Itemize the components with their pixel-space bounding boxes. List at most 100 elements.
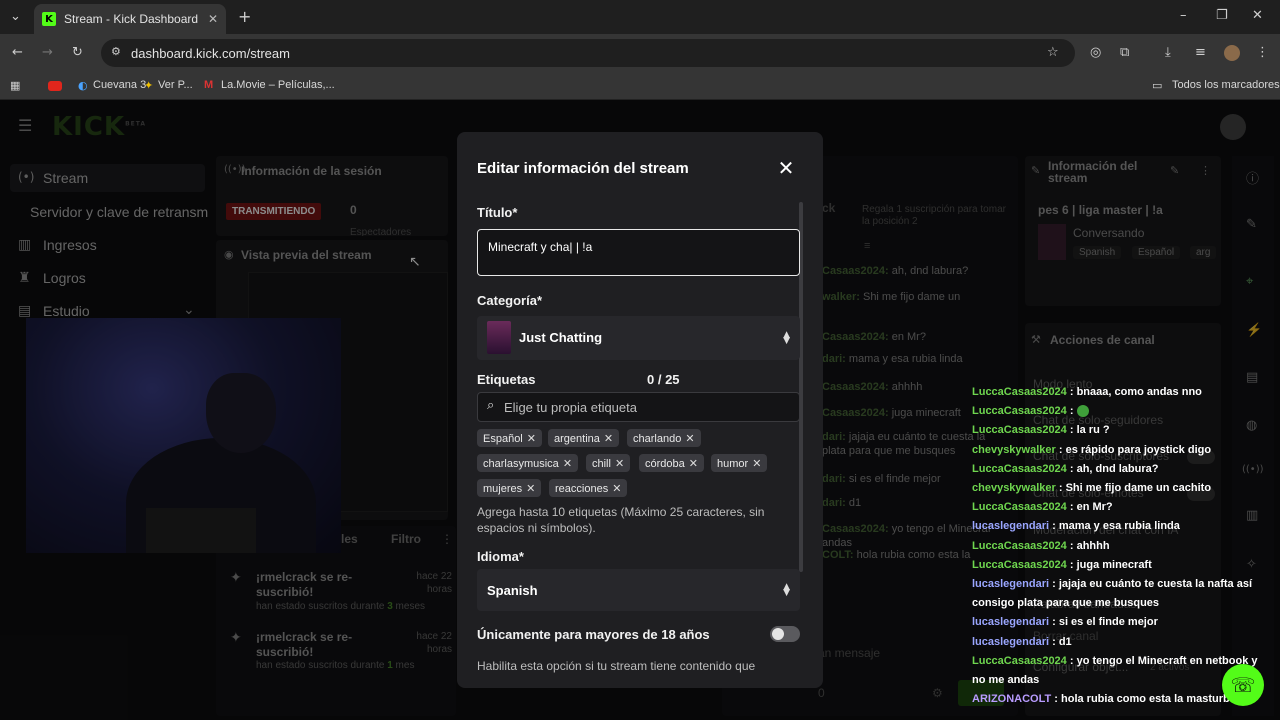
extension-icon[interactable]: ◎ — [1090, 46, 1101, 59]
chat-username: LuccaCasaas2024 — [972, 386, 1067, 398]
puzzle-icon[interactable]: ⧉ — [1120, 46, 1129, 59]
tag-chip[interactable]: argentina ✕ — [548, 429, 620, 447]
chat-separator: : — [1049, 635, 1059, 648]
chat-separator: : — [1055, 482, 1066, 495]
chat-separator: : — [1066, 539, 1077, 552]
chat-username: chevyskywalker — [972, 482, 1056, 495]
tag-chip[interactable]: mujeres ✕ — [477, 479, 542, 497]
chat-separator: : — [1066, 558, 1077, 571]
bookmark-star-icon[interactable]: ☆ — [1047, 46, 1059, 59]
maximize-icon[interactable]: ❐ — [1216, 9, 1228, 22]
profile-avatar[interactable] — [1224, 45, 1240, 61]
chat-text: juga minecraft — [1076, 558, 1152, 571]
tag-chip[interactable]: chill ✕ — [586, 454, 631, 472]
youtube-icon[interactable] — [48, 81, 62, 91]
tab-close-icon[interactable]: ✕ — [208, 12, 218, 26]
tag-label: chill — [592, 458, 611, 470]
chat-separator: : — [1049, 616, 1059, 629]
chat-username: ARIZONACOLT — [972, 693, 1052, 706]
tag-label: charlando — [633, 433, 682, 445]
remove-tag-icon[interactable]: ✕ — [612, 482, 621, 495]
remove-tag-icon[interactable]: ✕ — [752, 457, 761, 470]
support-chat-button[interactable]: ☏ — [1222, 664, 1264, 706]
remove-tag-icon[interactable]: ✕ — [563, 457, 572, 470]
download-icon[interactable]: ⤓ — [1165, 46, 1171, 59]
menu-icon[interactable]: ⋮ — [1256, 46, 1269, 59]
chat-overlay-message: LuccaCasaas2024 : — [972, 402, 1272, 421]
tag-label: humor — [717, 458, 749, 470]
title-label: Título* — [477, 205, 518, 220]
url-text: dashboard.kick.com/stream — [131, 45, 290, 61]
remove-tag-icon[interactable]: ✕ — [527, 432, 536, 445]
chat-overlay-message: LuccaCasaas2024 : bnaaa, como andas nno — [972, 383, 1272, 402]
chat-username: lucaslegendari — [972, 616, 1050, 629]
tab-search-icon[interactable]: ⌄ — [10, 10, 21, 23]
chat-separator: : — [1066, 654, 1077, 667]
remove-tag-icon[interactable]: ✕ — [689, 457, 698, 470]
all-bookmarks[interactable]: Todos los marcadores — [1172, 79, 1280, 91]
chat-username: LuccaCasaas2024 — [972, 424, 1067, 437]
chat-overlay-message: LuccaCasaas2024 : la ru ? — [972, 421, 1272, 440]
modal-title: Editar información del stream — [477, 160, 689, 177]
cuevana-icon: ◐ — [78, 79, 88, 92]
toggle-knob — [772, 628, 784, 640]
chat-text: la ru ? — [1076, 424, 1110, 437]
category-select[interactable]: Just Chatting ▲ ▼ — [477, 316, 800, 360]
window-close-icon[interactable]: ✕ — [1252, 9, 1263, 22]
remove-tag-icon[interactable]: ✕ — [615, 457, 624, 470]
chat-separator: : — [1051, 693, 1062, 706]
chat-text: bnaaa, como andas nno — [1076, 386, 1202, 398]
chat-separator: : — [1055, 443, 1066, 456]
remove-tag-icon[interactable]: ✕ — [526, 482, 535, 495]
media-icon[interactable]: ≡ — [1195, 46, 1206, 59]
chat-separator: : — [1066, 501, 1077, 514]
tag-chip[interactable]: charlasymusica ✕ — [477, 454, 579, 472]
mature-label: Únicamente para mayores de 18 años — [477, 627, 710, 642]
chat-overlay: LuccaCasaas2024 : bnaaa, como andas nno L… — [972, 383, 1272, 709]
chat-overlay-message: chevyskywalker : Shi me fijo dame un cac… — [972, 479, 1272, 498]
browser-tab[interactable]: K Stream - Kick Dashboard ✕ — [34, 4, 226, 34]
remove-tag-icon[interactable]: ✕ — [604, 432, 613, 445]
tag-chip[interactable]: córdoba ✕ — [639, 454, 704, 472]
tag-label: mujeres — [483, 483, 523, 495]
tag-chip[interactable]: charlando ✕ — [627, 429, 701, 447]
chat-separator: : — [1049, 578, 1059, 591]
chat-text: Shi me fijo dame un cachito — [1065, 482, 1212, 495]
select-arrows-icon: ▲ ▼ — [783, 330, 790, 346]
reload-icon[interactable]: ↻ — [72, 46, 83, 59]
forward-icon[interactable]: → — [42, 46, 53, 59]
bookmark-ver[interactable]: Ver P... — [158, 79, 193, 91]
browser-tab-bar: ⌄ K Stream - Kick Dashboard ✕ + – ❐ ✕ — [0, 0, 1280, 34]
folder-icon: ▭ — [1152, 79, 1163, 92]
kick-favicon-icon: K — [42, 12, 56, 26]
tag-label: córdoba — [645, 458, 685, 470]
tag-search-input[interactable]: ⌕ Elige tu propia etiqueta — [477, 392, 800, 422]
back-icon[interactable]: ← — [12, 46, 23, 59]
new-tab-icon[interactable]: + — [238, 9, 251, 25]
green-emote-icon — [1076, 405, 1089, 418]
close-icon[interactable]: ✕ — [776, 156, 796, 180]
tag-label: argentina — [554, 433, 600, 445]
chat-username: lucaslegendari — [972, 520, 1050, 533]
site-info-icon[interactable]: ⚙ — [111, 46, 121, 57]
chat-separator: : — [1066, 462, 1077, 475]
lamovie-icon: M — [204, 79, 214, 91]
tag-chip[interactable]: humor ✕ — [711, 454, 768, 472]
tag-chip[interactable]: reacciones ✕ — [549, 479, 628, 497]
chat-username: lucaslegendari — [972, 578, 1050, 591]
bookmark-lamovie[interactable]: La.Movie – Películas,... — [221, 79, 335, 91]
chat-text: mama y esa rubia linda — [1058, 520, 1180, 533]
select-arrows-icon: ▲ ▼ — [783, 582, 790, 598]
tag-label: charlasymusica — [483, 458, 559, 470]
mature-toggle[interactable] — [770, 626, 800, 642]
apps-icon[interactable]: ▦ — [10, 80, 20, 91]
search-icon: ⌕ — [487, 398, 495, 413]
title-input[interactable]: Minecraft y cha| | !a — [477, 229, 800, 276]
minimize-icon[interactable]: – — [1180, 9, 1187, 22]
tags-help-text: Agrega hasta 10 etiquetas (Máximo 25 car… — [477, 505, 765, 535]
bookmark-cuevana[interactable]: Cuevana 3 — [93, 79, 146, 91]
tag-chip[interactable]: Español ✕ — [477, 429, 542, 447]
remove-tag-icon[interactable]: ✕ — [685, 432, 694, 445]
address-bar[interactable]: ⚙ dashboard.kick.com/stream ☆ — [101, 39, 1075, 67]
language-select[interactable]: Spanish ▲ ▼ — [477, 569, 800, 611]
